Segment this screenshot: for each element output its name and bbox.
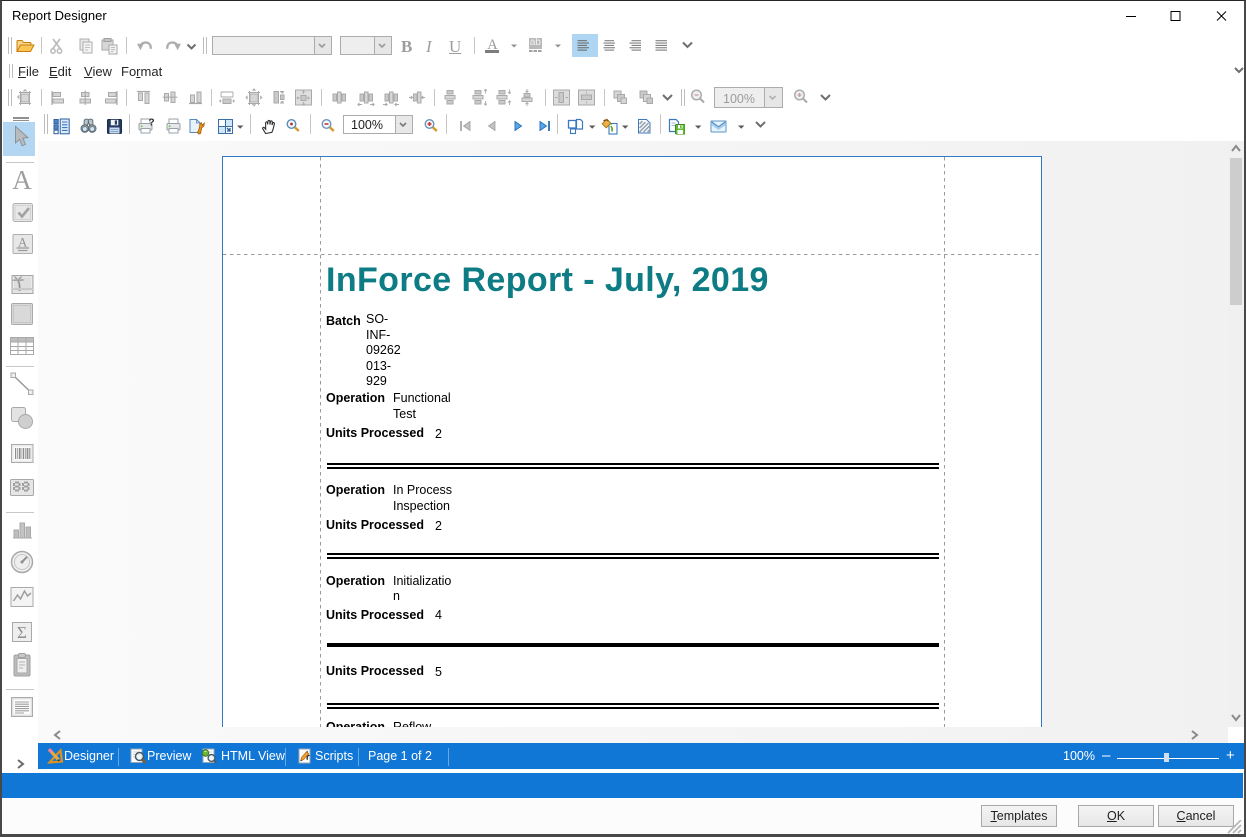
svg-text:?: ? (149, 118, 155, 129)
svg-text:Σ: Σ (17, 623, 27, 642)
svg-text:A: A (18, 236, 27, 250)
svg-text:A: A (12, 165, 32, 193)
